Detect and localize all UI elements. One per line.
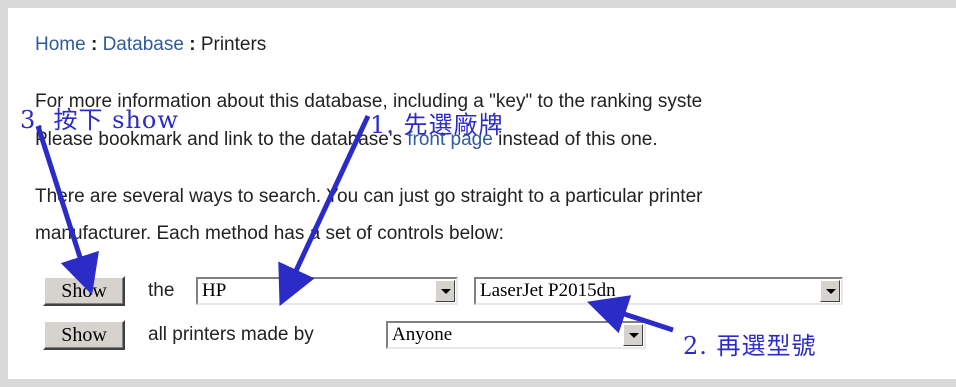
- arrow-step-3: [35, 125, 99, 296]
- arrow-step-1: [278, 114, 371, 307]
- annotation-arrows: [35, 114, 674, 334]
- arrow-step-2: [586, 295, 674, 334]
- content-panel: Home : Database : Printers For more info…: [8, 8, 956, 379]
